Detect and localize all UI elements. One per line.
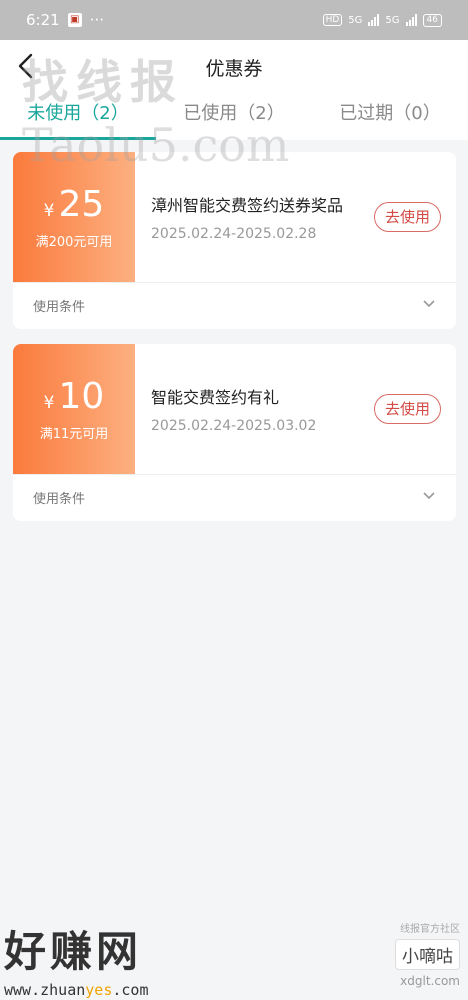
watermark-url-prefix: www.zhuan [4, 981, 86, 999]
watermark-brand-name: 好赚网 [4, 927, 143, 976]
usage-conditions-label: 使用条件 [33, 300, 86, 315]
coupon-threshold: 满11元可用 [39, 426, 109, 442]
coupon-amount: 25 [58, 183, 105, 225]
usage-conditions-toggle[interactable]: 使用条件 [13, 282, 456, 329]
coupon-threshold: 满200元可用 [35, 234, 113, 250]
status-time: 6:21 [26, 11, 60, 29]
watermark-xdt-url: xdglt.com [400, 974, 460, 988]
watermark-top: 找线报 [22, 55, 184, 109]
coupon-card: ¥ 25 满200元可用 漳州智能交费签约送券奖品 2025.02.24-202… [13, 152, 456, 329]
app-notification-icon: ▣ [67, 13, 82, 27]
hd-icon: HD [322, 14, 343, 26]
coupon-value-panel: ¥ 10 满11元可用 [13, 344, 135, 474]
usage-conditions-toggle[interactable]: 使用条件 [13, 474, 456, 521]
watermark-mid: Taolu5.com [22, 118, 290, 172]
watermark-brand: 好赚网 www.zhuanyes.com [4, 918, 149, 999]
status-dots: ··· [89, 11, 104, 29]
watermark-url-suffix: .com [112, 981, 149, 999]
network-5g-label: 5G [348, 14, 363, 26]
tab-expired[interactable]: 已过期（0） [312, 92, 468, 140]
coupon-amount: 10 [58, 375, 105, 417]
watermark-small-text: 线报官方社区 [400, 924, 460, 935]
status-bar: 6:21 ▣ ··· HD 5G 5G 46 [0, 0, 468, 40]
battery-icon: 46 [422, 13, 442, 27]
signal-icon-2 [405, 14, 417, 26]
usage-conditions-label: 使用条件 [33, 492, 86, 507]
watermark-brand-url: www.zhuanyes.com [4, 981, 149, 999]
watermark-url-accent: yes [85, 981, 113, 999]
use-coupon-button[interactable]: 去使用 [373, 202, 441, 232]
chevron-down-icon [423, 492, 435, 500]
currency-symbol: ¥ [43, 200, 55, 221]
coupon-card: ¥ 10 满11元可用 智能交费签约有礼 2025.02.24-2025.03.… [13, 344, 456, 521]
chevron-down-icon [423, 300, 435, 308]
use-coupon-button[interactable]: 去使用 [373, 394, 441, 424]
network-5g-label-2: 5G [385, 14, 400, 26]
watermark-xdt: 线报官方社区 小嘀咕 xdglt.com [395, 920, 460, 988]
signal-icon [368, 14, 380, 26]
currency-symbol: ¥ [43, 392, 55, 413]
watermark-xdt-logo: 小嘀咕 [395, 939, 460, 970]
